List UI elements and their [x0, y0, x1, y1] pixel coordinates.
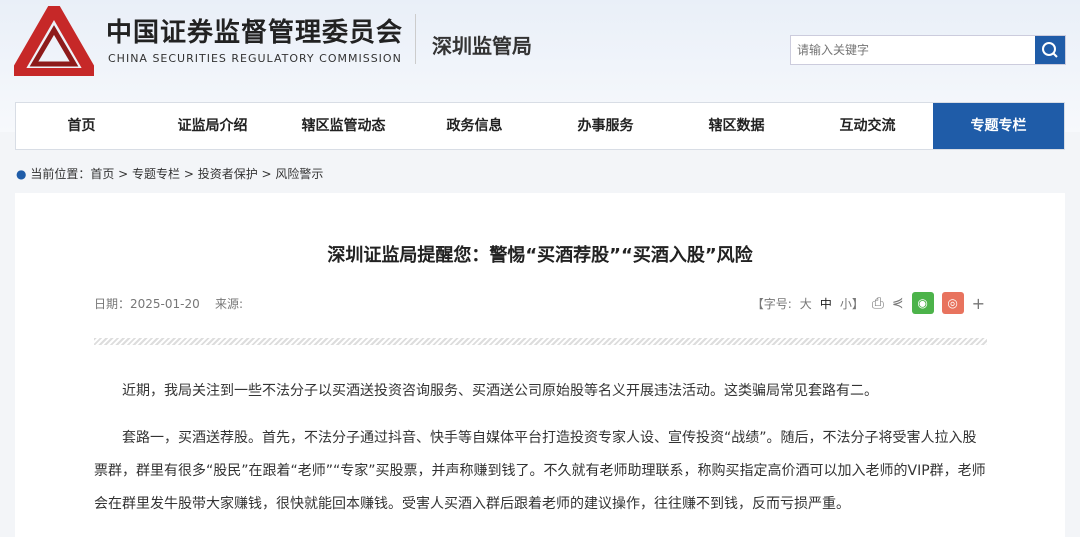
search-button[interactable]: [1035, 36, 1065, 64]
breadcrumb-link[interactable]: > 专题专栏: [114, 167, 180, 181]
breadcrumb: ● 当前位置：首页 > 专题专栏 > 投资者保护 > 风险警示: [16, 165, 323, 182]
print-icon[interactable]: ⎙: [872, 294, 884, 312]
font-large[interactable]: 大: [800, 295, 812, 312]
article-title: 深圳证监局提醒您：警惕“买酒荐股”“买酒入股”风险: [327, 245, 753, 266]
more-icon[interactable]: +: [972, 294, 985, 313]
breadcrumb-link[interactable]: 首页: [90, 167, 114, 181]
nav-services[interactable]: 办事服务: [540, 103, 671, 149]
nav-data[interactable]: 辖区数据: [671, 103, 802, 149]
font-small[interactable]: 小】: [840, 295, 864, 312]
breadcrumb-link[interactable]: > 投资者保护: [180, 167, 258, 181]
search-box: [790, 35, 1066, 65]
article-source: 来源:: [215, 297, 244, 311]
divider: [415, 14, 416, 64]
font-size-label: 【字号:: [751, 296, 792, 311]
nav-about[interactable]: 证监局介绍: [147, 103, 278, 149]
paragraph: 近期，我局关注到一些不法分子以买酒送投资咨询服务、买酒送公司原始股等名义开展违法…: [122, 383, 878, 399]
font-medium[interactable]: 中: [820, 295, 832, 312]
main-nav: 首页 证监局介绍 辖区监管动态 政务信息 办事服务 辖区数据 互动交流 专题专栏: [15, 102, 1065, 150]
nav-gov-info[interactable]: 政务信息: [409, 103, 540, 149]
article-date: 日期：2025-01-20: [94, 297, 200, 311]
bureau-name: 深圳监管局: [432, 34, 532, 58]
nav-interaction[interactable]: 互动交流: [802, 103, 933, 149]
article: 深圳证监局提醒您：警惕“买酒荐股”“买酒入股”风险 日期：2025-01-20 …: [15, 193, 1065, 537]
paragraph: 套路一，买酒送荐股。首先，不法分子通过抖音、快手等自媒体平台打造投资专家人设、宣…: [94, 430, 986, 512]
search-input[interactable]: [791, 36, 1031, 64]
breadcrumb-link[interactable]: > 风险警示: [258, 167, 324, 181]
divider: [94, 338, 987, 345]
site-title-en: CHINA SECURITIES REGULATORY COMMISSION: [108, 52, 402, 65]
csrc-logo: [14, 6, 94, 76]
article-body: 近期，我局关注到一些不法分子以买酒送投资咨询服务、买酒送公司原始股等名义开展违法…: [94, 375, 987, 535]
article-meta: 日期：2025-01-20 来源:: [94, 295, 243, 312]
site-title: 中国证券监督管理委员会: [106, 18, 404, 48]
location-icon: ●: [16, 167, 27, 181]
weibo-icon[interactable]: ◎: [941, 292, 964, 314]
breadcrumb-label: 当前位置：: [30, 167, 91, 181]
search-icon: [1042, 42, 1058, 58]
nav-special[interactable]: 专题专栏: [933, 103, 1064, 149]
nav-home[interactable]: 首页: [16, 103, 147, 149]
wechat-icon[interactable]: ◉: [911, 292, 934, 314]
nav-news[interactable]: 辖区监管动态: [278, 103, 409, 149]
share-icon[interactable]: ⋞: [892, 295, 904, 311]
article-tools: 【字号: 大 中 小】 ⎙ ⋞ ◉ ◎ +: [752, 292, 985, 314]
